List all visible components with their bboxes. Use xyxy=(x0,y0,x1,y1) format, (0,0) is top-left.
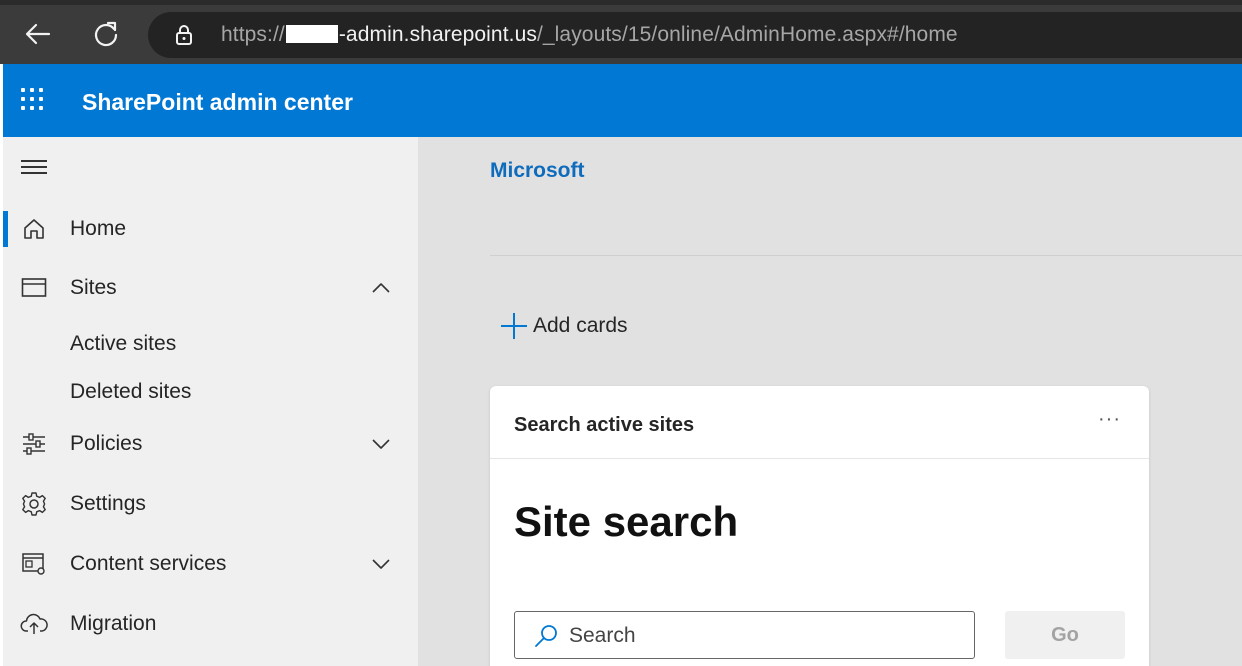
plus-icon xyxy=(501,313,527,339)
url-text[interactable]: https:// -admin.sharepoint.us/_layouts/15… xyxy=(221,23,958,47)
nav-item-policies[interactable]: Policies xyxy=(3,418,418,470)
browser-tab-strip xyxy=(0,0,1242,5)
lock-icon xyxy=(172,23,196,47)
redacted-block xyxy=(285,25,338,43)
nav-item-label: Settings xyxy=(70,492,146,515)
url-path: /_layouts/15/online/AdminHome.aspx#/home xyxy=(536,23,958,46)
brand-link[interactable]: Microsoft xyxy=(490,159,585,183)
main-content: Microsoft Add cards Search active sites … xyxy=(418,137,1242,666)
home-icon xyxy=(20,216,48,242)
nav-item-label: Home xyxy=(70,217,127,240)
nav-item-settings[interactable]: Settings xyxy=(3,478,418,530)
go-button[interactable]: Go xyxy=(1005,611,1125,659)
left-navigation: Home Sites Active sites Deleted sites Po… xyxy=(3,137,418,666)
browser-toolbar: https:// -admin.sharepoint.us/_layouts/15… xyxy=(0,0,1242,64)
nav-subitem-active-sites[interactable]: Active sites xyxy=(70,332,176,356)
content-services-icon xyxy=(20,551,48,577)
browser-window-icon xyxy=(20,275,48,301)
chevron-down-icon[interactable] xyxy=(369,432,393,456)
search-icon xyxy=(535,625,557,647)
nav-subitem-deleted-sites[interactable]: Deleted sites xyxy=(70,380,191,404)
card-heading: Site search xyxy=(514,498,739,545)
add-cards-button[interactable]: Add cards xyxy=(501,313,628,339)
arrow-left-icon xyxy=(25,23,51,45)
reload-button[interactable] xyxy=(86,14,126,54)
nav-item-home[interactable]: Home xyxy=(3,203,418,255)
sliders-icon xyxy=(20,431,48,457)
nav-item-sites[interactable]: Sites xyxy=(3,262,418,314)
url-host: -admin.sharepoint.us xyxy=(338,23,537,46)
reload-icon xyxy=(94,21,118,47)
app-launcher-icon[interactable] xyxy=(21,88,47,114)
cloud-upload-icon xyxy=(20,611,48,637)
search-placeholder: Search xyxy=(569,624,636,647)
hamburger-menu-icon[interactable] xyxy=(21,157,47,177)
suite-header: SharePoint admin center xyxy=(3,64,1242,137)
chevron-down-icon[interactable] xyxy=(369,552,393,576)
url-prefix: https:// xyxy=(221,23,285,46)
back-button[interactable] xyxy=(18,14,58,54)
nav-item-label: Policies xyxy=(70,432,143,455)
active-indicator xyxy=(3,211,8,247)
app-title[interactable]: SharePoint admin center xyxy=(82,89,353,116)
search-active-sites-card: Search active sites ··· Site search Sear… xyxy=(490,386,1149,666)
card-title: Search active sites xyxy=(514,414,695,436)
card-divider xyxy=(490,458,1149,459)
address-bar[interactable]: https:// -admin.sharepoint.us/_layouts/15… xyxy=(148,12,1242,58)
nav-item-label: Migration xyxy=(70,612,157,635)
chevron-up-icon[interactable] xyxy=(369,276,393,300)
nav-item-label: Content services xyxy=(70,552,227,575)
nav-item-migration[interactable]: Migration xyxy=(3,598,418,650)
add-cards-label: Add cards xyxy=(533,314,628,337)
more-options-icon[interactable]: ··· xyxy=(1098,408,1121,431)
nav-item-label: Sites xyxy=(70,276,117,299)
site-search-input[interactable]: Search xyxy=(514,611,975,659)
nav-item-content-services[interactable]: Content services xyxy=(3,538,418,590)
gear-icon xyxy=(20,491,48,517)
divider xyxy=(490,255,1242,256)
